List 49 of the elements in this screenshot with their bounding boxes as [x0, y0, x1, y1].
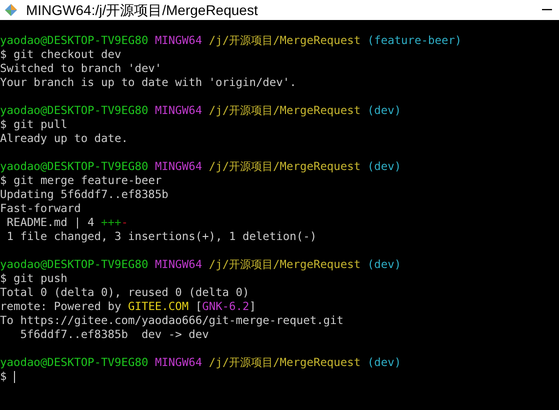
prompt-symbol: $ — [0, 272, 7, 286]
prompt-branch: (feature-beer) — [367, 34, 462, 48]
app-icon — [4, 3, 18, 17]
output-text: Updating 5f6ddf7..ef8385b — [0, 188, 168, 202]
prompt-system: MINGW64 — [154, 104, 202, 118]
output-text: 1 file changed, 3 insertions(+), 1 deletion(-) — [6, 230, 317, 244]
insertions-marks: +++ — [101, 216, 122, 230]
output-text: [ — [194, 300, 202, 314]
output-text: remote: Powered by — [0, 300, 122, 314]
version-tag: GNK-6.2 — [202, 300, 250, 314]
prompt-path: /j/开源项目/MergeRequest — [208, 34, 361, 48]
prompt-user: yaodao@DESKTOP-TV9EG80 — [0, 104, 148, 118]
output-text: ] — [249, 300, 256, 314]
output-text: Switched to branch 'dev' — [0, 62, 162, 76]
output-text: Fast-forward — [0, 202, 81, 216]
prompt-user: yaodao@DESKTOP-TV9EG80 — [0, 258, 148, 272]
prompt-branch: (dev) — [367, 104, 402, 118]
window-title: MINGW64:/j/开源项目/MergeRequest — [26, 3, 258, 17]
prompt-symbol: $ — [0, 174, 7, 188]
command-text: git push — [14, 272, 68, 286]
prompt-user: yaodao@DESKTOP-TV9EG80 — [0, 160, 148, 174]
prompt-symbol: $ — [0, 370, 7, 384]
output-text: To https://gitee.com/yaodao666/git-merge-requet.git — [0, 314, 344, 328]
output-text: Your branch is up to date with 'origin/dev'. — [0, 76, 296, 90]
prompt-system: MINGW64 — [154, 160, 202, 174]
prompt-branch: (dev) — [367, 356, 402, 370]
prompt-path: /j/开源项目/MergeRequest — [208, 356, 361, 370]
deletions-mark: - — [121, 216, 128, 230]
prompt-user: yaodao@DESKTOP-TV9EG80 — [0, 34, 148, 48]
prompt-user: yaodao@DESKTOP-TV9EG80 — [0, 356, 148, 370]
output-text: Total 0 (delta 0), reused 0 (delta 0) — [0, 286, 250, 300]
minimize-icon — [542, 9, 552, 11]
command-text: git merge feature-beer — [14, 174, 162, 188]
command-text: git checkout dev — [14, 48, 122, 62]
prompt-path: /j/开源项目/MergeRequest — [208, 258, 361, 272]
prompt-system: MINGW64 — [154, 356, 202, 370]
prompt-system: MINGW64 — [154, 258, 202, 272]
highlighted-text: GITEE.COM — [128, 300, 189, 314]
prompt-system: MINGW64 — [154, 34, 202, 48]
output-text: README.md | 4 — [6, 216, 96, 230]
prompt-symbol: $ — [0, 48, 7, 62]
prompt-symbol: $ — [0, 118, 7, 132]
prompt-branch: (dev) — [367, 160, 402, 174]
prompt-path: /j/开源项目/MergeRequest — [208, 160, 361, 174]
command-text: git pull — [14, 118, 68, 132]
prompt-path: /j/开源项目/MergeRequest — [208, 104, 361, 118]
prompt-branch: (dev) — [367, 258, 402, 272]
output-text: 5f6ddf7..ef8385b dev -> dev — [19, 328, 209, 342]
output-text: Already up to date. — [0, 132, 128, 146]
